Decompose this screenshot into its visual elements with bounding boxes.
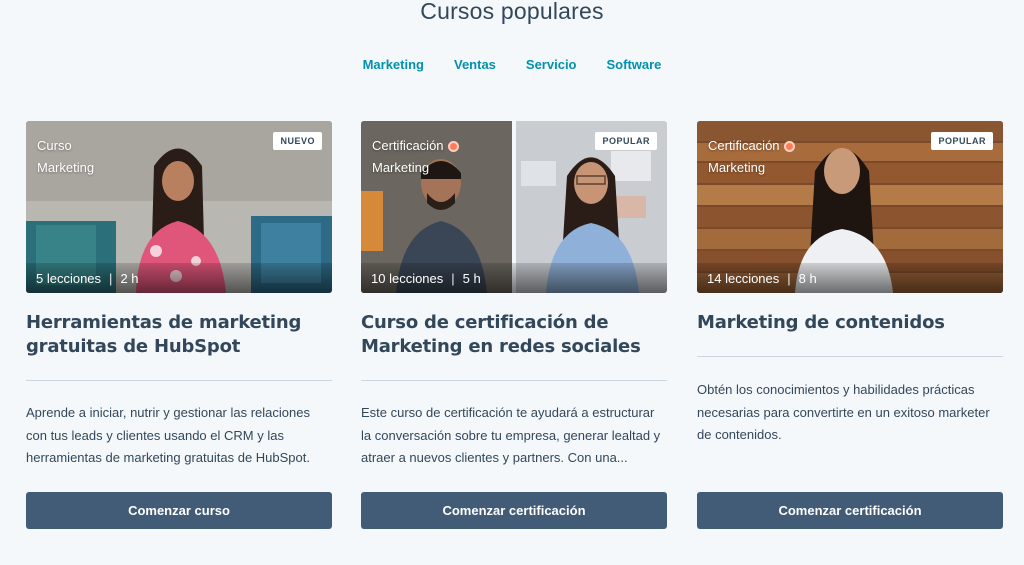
lesson-count: 14 lecciones	[707, 270, 780, 286]
course-card[interactable]: Curso Marketing NUEVO 5 lecciones | 2 h …	[26, 121, 332, 531]
course-meta: 5 lecciones | 2 h	[26, 263, 332, 293]
thumbnail-labels: Certificación Marketing	[372, 135, 459, 179]
course-type-label: Certificación	[372, 138, 444, 153]
course-title[interactable]: Herramientas de marketing gratuitas de H…	[26, 311, 332, 359]
meta-separator: |	[109, 270, 113, 286]
divider	[361, 380, 667, 381]
start-certification-button[interactable]: Comenzar certificación	[361, 492, 667, 529]
course-title[interactable]: Curso de certificación de Marketing en r…	[361, 311, 667, 359]
course-card[interactable]: Certificación Marketing POPULAR 10 lecci…	[361, 121, 667, 531]
course-duration: 5 h	[462, 270, 481, 286]
course-description: Obtén los conocimientos y habilidades pr…	[697, 382, 990, 442]
section-title: Cursos populares	[420, 0, 604, 24]
course-category-label: Marketing	[37, 160, 95, 175]
thumbnail-labels: Certificación Marketing	[708, 135, 795, 179]
certification-icon	[447, 140, 459, 152]
thumbnail-labels: Curso Marketing	[37, 135, 94, 179]
course-category-label: Marketing	[372, 160, 430, 175]
course-description: Este curso de certificación te ayudará a…	[361, 405, 661, 465]
tab-marketing[interactable]: Marketing	[363, 57, 424, 72]
course-type-label: Certificación	[708, 138, 780, 153]
course-category-label: Marketing	[708, 160, 766, 175]
meta-separator: |	[787, 270, 791, 286]
status-badge: POPULAR	[931, 132, 993, 150]
course-meta: 10 lecciones | 5 h	[361, 263, 667, 293]
status-badge: NUEVO	[273, 132, 322, 150]
course-card[interactable]: Certificación Marketing POPULAR 14 lecci…	[697, 121, 1003, 531]
divider	[697, 356, 1003, 357]
start-course-button[interactable]: Comenzar curso	[26, 492, 332, 529]
category-tabs: Marketing Ventas Servicio Software	[0, 57, 1024, 72]
lesson-count: 5 lecciones	[36, 270, 102, 286]
tab-software[interactable]: Software	[607, 57, 662, 72]
meta-separator: |	[451, 270, 455, 286]
course-duration: 8 h	[798, 270, 817, 286]
tab-ventas[interactable]: Ventas	[454, 57, 496, 72]
divider	[26, 380, 332, 381]
course-type-label: Curso	[37, 138, 72, 153]
course-thumbnail[interactable]: Certificación Marketing POPULAR 14 lecci…	[697, 121, 1003, 293]
course-thumbnail[interactable]: Curso Marketing NUEVO 5 lecciones | 2 h	[26, 121, 332, 293]
lesson-count: 10 lecciones	[371, 270, 444, 286]
course-title[interactable]: Marketing de contenidos	[697, 311, 1003, 335]
status-badge: POPULAR	[595, 132, 657, 150]
course-thumbnail[interactable]: Certificación Marketing POPULAR 10 lecci…	[361, 121, 667, 293]
course-duration: 2 h	[120, 270, 139, 286]
course-description: Aprende a iniciar, nutrir y gestionar la…	[26, 405, 310, 465]
certification-icon	[783, 140, 795, 152]
course-meta: 14 lecciones | 8 h	[697, 263, 1003, 293]
tab-servicio[interactable]: Servicio	[526, 57, 577, 72]
start-certification-button[interactable]: Comenzar certificación	[697, 492, 1003, 529]
